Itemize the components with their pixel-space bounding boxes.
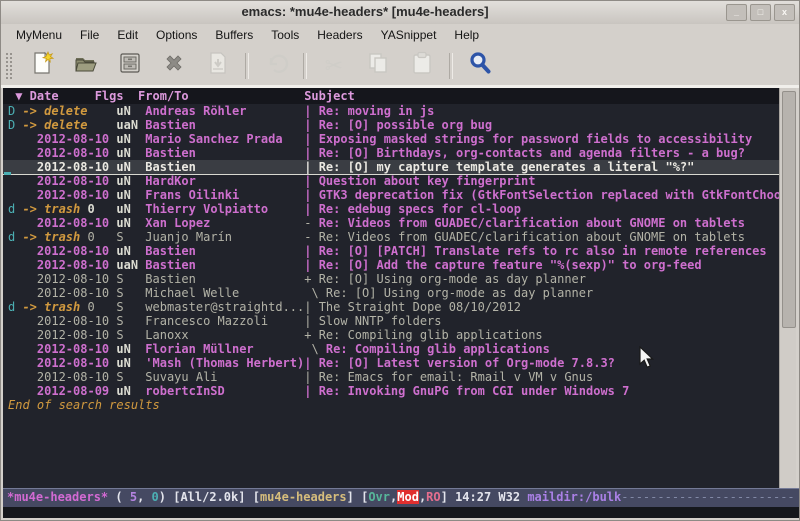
message-row[interactable]: 2012-08-10 uN 'Mash (Thomas Herbert)| Re… bbox=[3, 356, 781, 370]
message-row[interactable]: D -> delete uaN Bastien | Re: [O] possib… bbox=[3, 118, 781, 132]
paste-clipboard-icon bbox=[409, 50, 435, 81]
message-row[interactable]: 2012-08-09 uN robertcInSD | Re: Invoking… bbox=[3, 384, 781, 398]
toolbar-separator bbox=[303, 53, 307, 79]
toolbar-separator bbox=[245, 53, 249, 79]
tool-bar: ✂ bbox=[1, 46, 799, 85]
menu-edit[interactable]: Edit bbox=[108, 26, 147, 44]
menu-mymenu[interactable]: MyMenu bbox=[7, 26, 71, 44]
message-row[interactable]: 2012-08-10 uN Bastien | Re: [O] [PATCH] … bbox=[3, 244, 781, 258]
search-button[interactable] bbox=[460, 49, 500, 83]
save-drawer-icon bbox=[117, 50, 143, 81]
message-row[interactable]: D -> delete uN Andreas Röhler | Re: movi… bbox=[3, 104, 781, 118]
menu-help[interactable]: Help bbox=[445, 26, 488, 44]
emacs-window: emacs: *mu4e-headers* [mu4e-headers] _□x… bbox=[0, 0, 800, 521]
message-row[interactable]: 2012-08-10 uN Bastien | Re: [O] Birthday… bbox=[3, 146, 781, 160]
echo-area bbox=[3, 507, 799, 518]
message-row[interactable]: 2012-08-10 uN Mario Sanchez Prada | Expo… bbox=[3, 132, 781, 146]
menu-bar: MyMenuFileEditOptionsBuffersToolsHeaders… bbox=[1, 24, 799, 46]
scrollbar-thumb[interactable] bbox=[782, 91, 796, 328]
message-row[interactable]: 2012-08-10 S Michael Welle \ Re: [O] Usi… bbox=[3, 286, 781, 300]
message-row[interactable]: d -> trash 0 S Juanjo Marín - Re: Videos… bbox=[3, 230, 781, 244]
message-row[interactable]: 2012-08-10 uN Florian Müllner \ Re: Comp… bbox=[3, 342, 781, 356]
toolbar-drag-handle-icon[interactable] bbox=[5, 52, 14, 80]
message-row[interactable]: 2012-08-10 uN Xan Lopez - Re: Videos fro… bbox=[3, 216, 781, 230]
save-as-icon bbox=[205, 50, 231, 81]
menu-file[interactable]: File bbox=[71, 26, 108, 44]
message-row[interactable]: 2012-08-10 uN HardKor | Question about k… bbox=[3, 174, 781, 188]
message-row[interactable]: 2012-08-10 S Francesco Mazzoli | Slow NN… bbox=[3, 314, 781, 328]
message-row[interactable]: 2012-08-10 S Bastien + Re: [O] Using org… bbox=[3, 272, 781, 286]
new-file-icon bbox=[29, 50, 55, 81]
message-row[interactable]: 2012-08-10 uaN Bastien | Re: [O] Add the… bbox=[3, 258, 781, 272]
message-row[interactable]: 2012-08-10 S Suvayu Ali | Re: Emacs for … bbox=[3, 370, 781, 384]
copy-button bbox=[358, 49, 398, 83]
scrollbar[interactable] bbox=[779, 88, 796, 488]
message-list: D -> delete uN Andreas Röhler | Re: movi… bbox=[3, 104, 781, 398]
undo-button bbox=[256, 49, 296, 83]
window-title: emacs: *mu4e-headers* [mu4e-headers] bbox=[1, 4, 729, 19]
headers-column-header[interactable]: ▼ Date Flgs From/To Subject bbox=[3, 88, 781, 104]
maximize-button[interactable]: □ bbox=[750, 4, 771, 21]
save-as-button bbox=[198, 49, 238, 83]
undo-icon bbox=[263, 50, 289, 81]
open-folder-button[interactable] bbox=[66, 49, 106, 83]
minimize-button[interactable]: _ bbox=[726, 4, 747, 21]
open-folder-icon bbox=[73, 50, 99, 81]
menu-buffers[interactable]: Buffers bbox=[206, 26, 262, 44]
toolbar-separator bbox=[449, 53, 453, 79]
mu4e-headers-buffer: ▼ Date Flgs From/To Subject D -> delete … bbox=[3, 88, 781, 488]
cut-scissors-icon: ✂ bbox=[325, 53, 343, 79]
cut-button: ✂ bbox=[314, 49, 354, 83]
search-magnifier-icon bbox=[467, 50, 493, 81]
copy-icon bbox=[365, 50, 391, 81]
message-row[interactable]: 2012-08-10 uN Frans Oilinki | GTK3 depre… bbox=[3, 188, 781, 202]
menu-headers[interactable]: Headers bbox=[308, 26, 371, 44]
menu-tools[interactable]: Tools bbox=[262, 26, 308, 44]
paste-button bbox=[402, 49, 442, 83]
save-drawer-button[interactable] bbox=[110, 49, 150, 83]
close-buffer-button[interactable] bbox=[154, 49, 194, 83]
message-row[interactable]: 2012-08-10 S Lanoxx + Re: Compiling glib… bbox=[3, 328, 781, 342]
menu-yasnippet[interactable]: YASnippet bbox=[372, 26, 446, 44]
end-of-search-results: End of search results bbox=[3, 398, 781, 412]
message-row[interactable]: d -> trash 0 S webmaster@straightd...| T… bbox=[3, 300, 781, 314]
close-x-icon bbox=[161, 50, 187, 81]
window-controls: _□x bbox=[726, 4, 795, 21]
message-row[interactable]: d -> trash 0 uN Thierry Volpiatto | Re: … bbox=[3, 202, 781, 216]
close-button[interactable]: x bbox=[774, 4, 795, 21]
new-file-button[interactable] bbox=[22, 49, 62, 83]
mode-line: *mu4e-headers* ( 5, 0) [All/2.0k] [mu4e-… bbox=[3, 488, 799, 507]
menu-options[interactable]: Options bbox=[147, 26, 206, 44]
message-row-current[interactable]: 2012-08-10 uN Bastien | Re: [O] my captu… bbox=[3, 160, 781, 174]
title-bar[interactable]: emacs: *mu4e-headers* [mu4e-headers] _□x bbox=[1, 1, 799, 25]
